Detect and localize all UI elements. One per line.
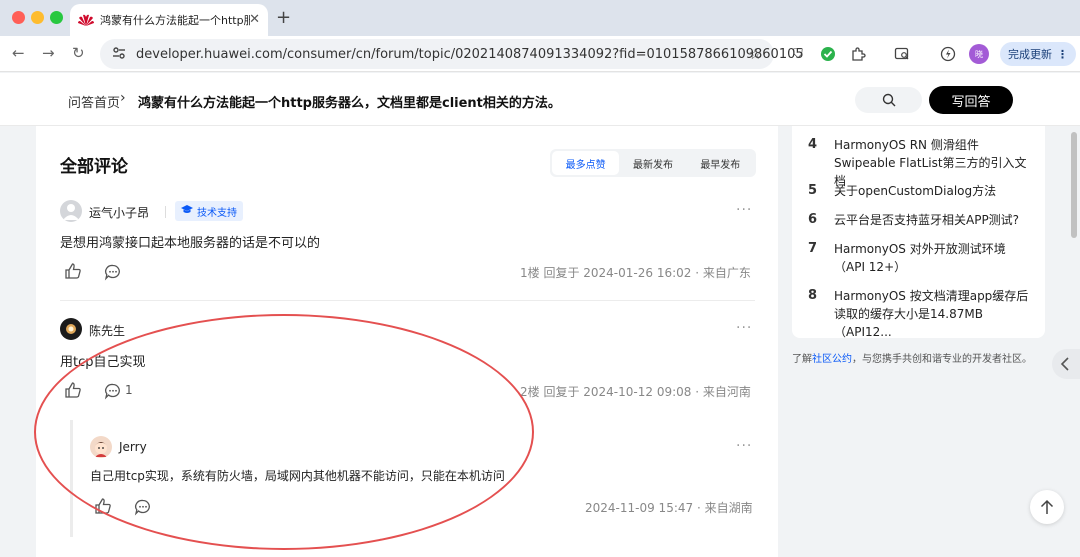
profile-avatar[interactable]: 晓 bbox=[969, 44, 989, 64]
comment-user-name[interactable]: 陈先生 bbox=[89, 322, 125, 339]
minimize-window-button[interactable] bbox=[31, 11, 44, 24]
more-options-icon[interactable]: ··· bbox=[736, 202, 752, 218]
list-item-title: 关于openCustomDialog方法 bbox=[834, 184, 997, 198]
note-suffix: ，与您携手共创和谐专业的开发者社区。 bbox=[852, 354, 1032, 365]
reply-text: 自己用tcp实现，系统有防火墙，局域网内其他机器不能访问，只能在本机访问 bbox=[90, 469, 505, 483]
back-to-top-button[interactable] bbox=[1030, 490, 1064, 524]
graduation-cap-icon bbox=[181, 204, 193, 218]
reply-meta: 2024-11-09 15:47 · 来自湖南 bbox=[585, 501, 753, 515]
community-guidelines-note: 了解社区公约，与您携手共创和谐专业的开发者社区。 bbox=[792, 350, 1032, 365]
like-icon[interactable] bbox=[64, 381, 82, 399]
performance-icon[interactable] bbox=[939, 45, 957, 63]
breadcrumb-home-link[interactable]: 问答首页 bbox=[68, 92, 120, 111]
user-cartoon-icon bbox=[94, 442, 108, 457]
reload-icon[interactable]: ↻ bbox=[72, 44, 85, 62]
comment-icon[interactable] bbox=[104, 263, 122, 281]
comment-text: 是想用鸿蒙接口起本地服务器的话是不可以的 bbox=[60, 236, 321, 251]
more-menu-icon: ⋮ bbox=[1057, 47, 1068, 61]
hot-questions-list: 4 HarmonyOS RN 侧滑组件Swipeable FlatList第三方… bbox=[792, 126, 1045, 339]
reading-mode-icon[interactable] bbox=[893, 45, 911, 63]
comment-icon[interactable] bbox=[104, 382, 122, 400]
list-item-title: HarmonyOS 对外开放测试环境（API 12+） bbox=[834, 242, 1006, 274]
sort-tab-oldest[interactable]: 最早发布 bbox=[687, 151, 754, 175]
scrollbar[interactable] bbox=[1071, 132, 1077, 238]
comment-divider bbox=[60, 300, 755, 301]
list-item-rank: 8 bbox=[808, 288, 818, 303]
list-item-rank: 6 bbox=[808, 212, 818, 227]
write-answer-button[interactable]: 写回答 bbox=[929, 86, 1013, 114]
close-tab-icon[interactable]: ✕ bbox=[249, 12, 260, 27]
sort-tab-most-liked[interactable]: 最多点赞 bbox=[552, 151, 620, 175]
name-divider bbox=[165, 206, 166, 218]
community-guidelines-link[interactable]: 社区公约 bbox=[812, 354, 852, 365]
huawei-logo-icon bbox=[78, 12, 94, 28]
comment-meta: 1楼 回复于 2024-01-26 16:02 · 来自广东 bbox=[520, 266, 751, 280]
breadcrumb-separator: › bbox=[120, 90, 126, 106]
user-photo-icon bbox=[66, 324, 76, 334]
bookmark-star-icon[interactable]: ☆ bbox=[749, 45, 762, 63]
status-badge: 技术支持 bbox=[175, 201, 243, 221]
note-prefix: 了解 bbox=[792, 354, 812, 365]
browser-titlebar: 鸿蒙有什么方法能起一个http服 ✕ + bbox=[0, 0, 1080, 36]
comment-text: 用tcp自己实现 bbox=[60, 355, 146, 370]
default-user-icon bbox=[63, 204, 79, 220]
search-button[interactable] bbox=[855, 87, 922, 113]
search-icon bbox=[882, 93, 895, 107]
reply-user-name[interactable]: Jerry bbox=[119, 440, 147, 454]
comments-title: 全部评论 bbox=[60, 157, 128, 177]
list-item-rank: 5 bbox=[808, 183, 818, 198]
list-item-rank: 4 bbox=[808, 137, 818, 152]
comments-section: 全部评论 最多点赞 最新发布 最早发布 运气小子昂 技术支持 ··· 是想用鸿蒙… bbox=[36, 126, 778, 557]
close-window-button[interactable] bbox=[12, 11, 25, 24]
page-header: 问答首页 › 鸿蒙有什么方法能起一个http服务器么，文档里都是client相关… bbox=[0, 73, 1080, 126]
reply-thread-line bbox=[70, 420, 73, 537]
reply-count: 1 bbox=[125, 383, 133, 397]
url-text: developer.huawei.com/consumer/cn/forum/t… bbox=[136, 46, 804, 62]
arrow-up-icon bbox=[1040, 499, 1054, 514]
page-title: 鸿蒙有什么方法能起一个http服务器么，文档里都是client相关的方法。 bbox=[138, 96, 561, 111]
green-check-extension-icon[interactable] bbox=[819, 45, 837, 63]
site-settings-icon[interactable] bbox=[112, 45, 126, 64]
sidebar-collapse-button[interactable] bbox=[1052, 349, 1080, 379]
avatar[interactable] bbox=[60, 200, 82, 222]
address-bar[interactable]: developer.huawei.com/consumer/cn/forum/t… bbox=[100, 39, 804, 69]
list-item-rank: 7 bbox=[808, 241, 818, 256]
sort-tabs: 最多点赞 最新发布 最早发布 bbox=[550, 149, 756, 177]
update-label: 完成更新 bbox=[1008, 48, 1052, 61]
badge-label: 技术支持 bbox=[197, 207, 237, 219]
avatar[interactable] bbox=[60, 318, 82, 340]
comment-user-name[interactable]: 运气小子昂 bbox=[89, 204, 149, 221]
comment-meta: 2楼 回复于 2024-10-12 09:08 · 来自河南 bbox=[520, 385, 751, 399]
extensions-puzzle-icon[interactable] bbox=[849, 45, 867, 63]
more-options-icon[interactable]: ··· bbox=[736, 438, 752, 454]
sort-tab-newest[interactable]: 最新发布 bbox=[619, 151, 686, 175]
chevron-left-icon bbox=[1060, 357, 1069, 371]
shield-extension-icon[interactable]: ⛉ bbox=[789, 45, 807, 63]
new-tab-icon[interactable]: + bbox=[276, 7, 291, 28]
avatar[interactable] bbox=[90, 436, 112, 458]
comment-icon[interactable] bbox=[134, 498, 152, 516]
tab-title: 鸿蒙有什么方法能起一个http服 bbox=[100, 14, 250, 27]
back-icon[interactable]: ← bbox=[12, 44, 25, 62]
like-icon[interactable] bbox=[94, 497, 112, 515]
list-item-title: 云平台是否支持蓝牙相关APP测试? bbox=[834, 213, 1020, 227]
like-icon[interactable] bbox=[64, 262, 82, 280]
forward-icon[interactable]: → bbox=[42, 44, 55, 62]
maximize-window-button[interactable] bbox=[50, 11, 63, 24]
more-options-icon[interactable]: ··· bbox=[736, 320, 752, 336]
browser-toolbar: ← → ↻ developer.huawei.com/consumer/cn/f… bbox=[0, 36, 1080, 72]
browser-tab-active[interactable]: 鸿蒙有什么方法能起一个http服 ✕ bbox=[70, 4, 268, 36]
update-button[interactable]: 完成更新 ⋮ bbox=[1000, 42, 1076, 66]
list-item-title: HarmonyOS 按文档清理app缓存后读取的缓存大小是14.87MB（API… bbox=[834, 289, 1029, 339]
